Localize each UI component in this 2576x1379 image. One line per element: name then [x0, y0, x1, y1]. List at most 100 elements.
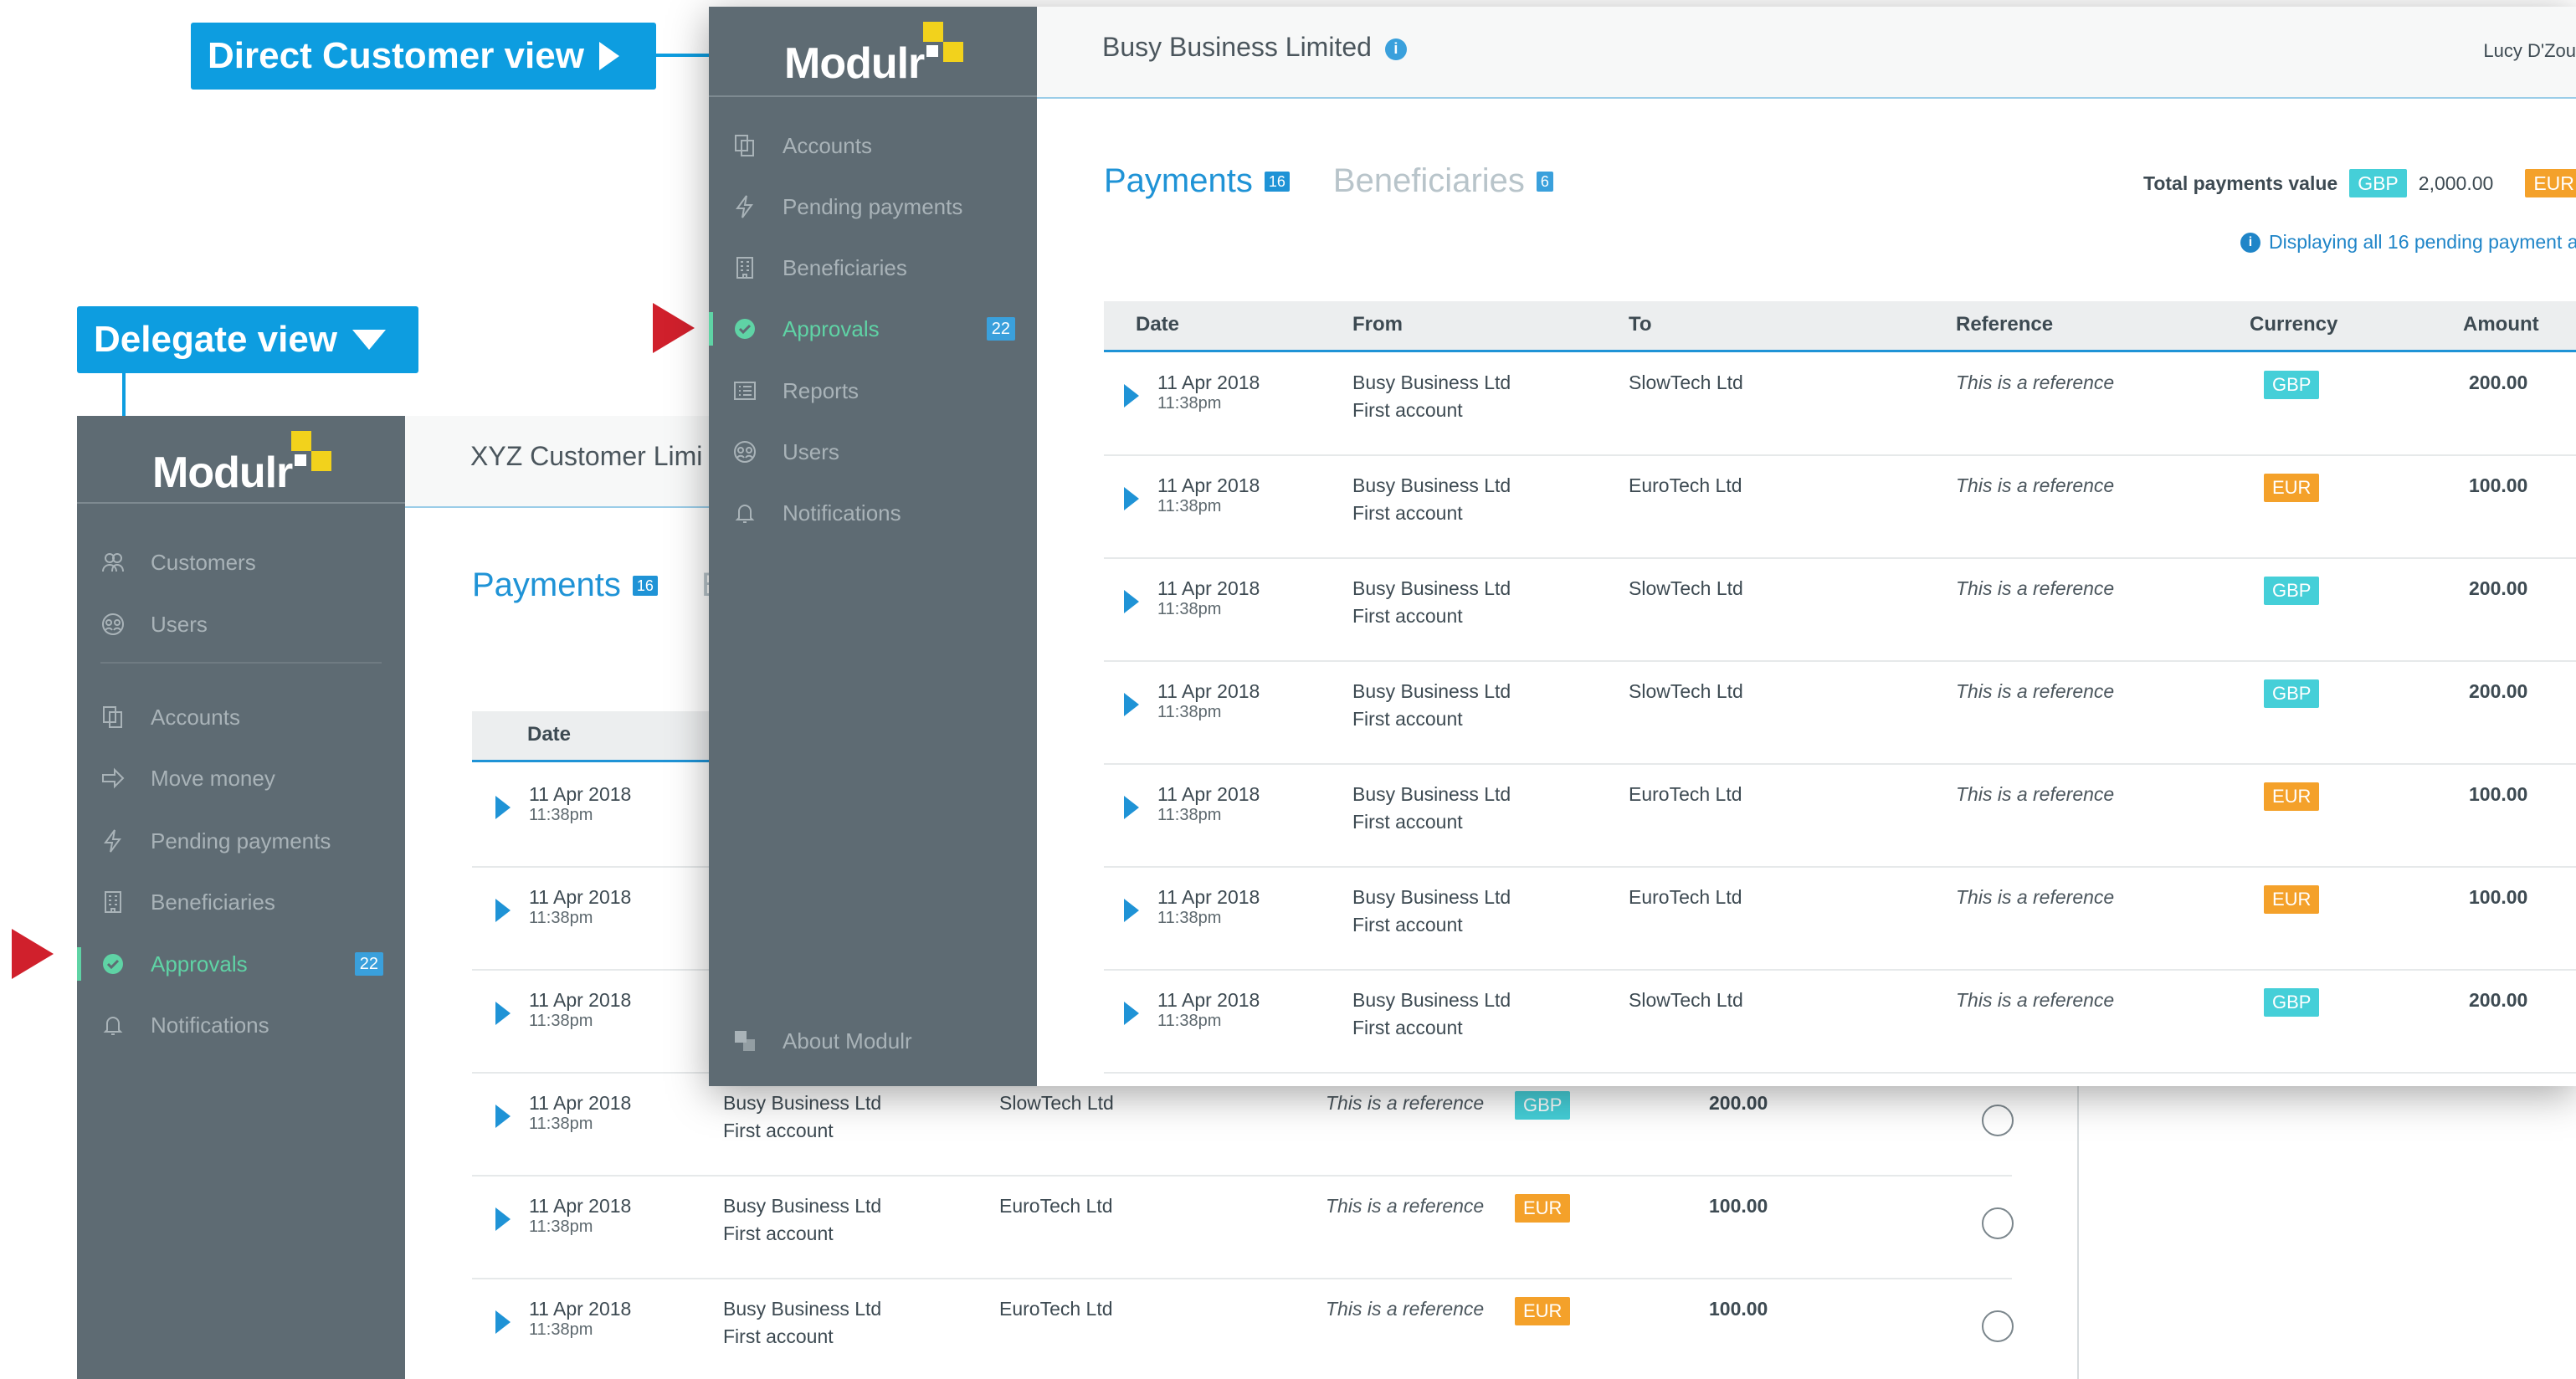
sidebar-item-users[interactable]: Users	[77, 599, 405, 649]
user-name[interactable]: Lucy D'Zou	[2483, 40, 2576, 62]
sidebar-item-approvals[interactable]: Approvals 22	[709, 304, 1037, 354]
payments-count-badge: 16	[1264, 171, 1290, 192]
sidebar-item-label: Accounts	[783, 132, 872, 158]
sidebar-item-beneficiaries[interactable]: Beneficiaries	[77, 877, 405, 927]
amount-cell: 100.00	[2469, 783, 2528, 805]
table-row[interactable]: 11 Apr 2018 11:38pm Busy Business Ltd First…	[472, 1279, 2014, 1379]
sidebar-item-pending-payments[interactable]: Pending payments	[709, 182, 1037, 232]
from-cell: Busy Business Ltd First account	[1352, 884, 1511, 939]
displaying-text: Displaying all 16 pending payment ap	[2269, 231, 2576, 253]
from-account-text: First account	[1352, 1017, 1463, 1038]
expand-row-icon[interactable]	[1124, 796, 1139, 819]
expand-row-icon[interactable]	[495, 1310, 511, 1334]
payments-count-badge: 16	[632, 575, 658, 596]
sidebar-item-approvals[interactable]: Approvals 22	[77, 939, 405, 989]
direct-customer-window: Modulr Accounts Pending payments Beneficia…	[709, 7, 2576, 1086]
select-radio[interactable]	[1982, 1105, 2014, 1136]
table-row[interactable]: 11 Apr 2018 11:38pm Busy Business Ltd First…	[1104, 764, 2576, 868]
table-row[interactable]: 11 Apr 2018 11:38pm Busy Business Ltd First…	[1104, 352, 2576, 456]
tab-payments[interactable]: Payments	[1104, 162, 1253, 200]
amount-cell: 100.00	[1709, 1298, 1768, 1320]
expand-row-icon[interactable]	[495, 899, 511, 922]
expand-row-icon[interactable]	[495, 1105, 511, 1128]
tab-beneficiaries[interactable]: Beneficiaries	[1333, 162, 1525, 200]
expand-row-icon[interactable]	[495, 1207, 511, 1231]
sidebar-item-pending-payments[interactable]: Pending payments	[77, 816, 405, 866]
direct-table-header: Date From To Reference Currency Amount	[1104, 301, 2576, 352]
table-row[interactable]: 11 Apr 2018 11:38pm Busy Business Ltd First…	[472, 1176, 2014, 1279]
date-cell: 11 Apr 2018 11:38pm	[1157, 472, 1260, 520]
check-circle-icon	[99, 950, 127, 978]
date-cell: 11 Apr 2018 11:38pm	[529, 1295, 631, 1344]
from-account-text: First account	[723, 1120, 834, 1141]
sidebar-item-label: Accounts	[151, 704, 240, 730]
reference-cell: This is a reference	[1326, 1298, 1485, 1320]
currency-badge: GBP	[2264, 679, 2320, 708]
table-row[interactable]: 11 Apr 2018 11:38pm Busy Business Ltd First…	[1104, 455, 2576, 559]
sidebar-item-customers[interactable]: Customers	[77, 537, 405, 587]
column-header-date: Date	[1136, 313, 1180, 336]
from-cell: Busy Business Ltd First account	[1352, 678, 1511, 733]
sidebar-item-users[interactable]: Users	[709, 427, 1037, 477]
sidebar-item-reports[interactable]: Reports	[709, 366, 1037, 416]
currency-badge: EUR	[2264, 474, 2320, 502]
expand-row-icon[interactable]	[1124, 590, 1139, 613]
sidebar-item-beneficiaries[interactable]: Beneficiaries	[709, 243, 1037, 293]
table-row[interactable]: 11 Apr 2018 11:38pm Busy Business Ltd First…	[1104, 558, 2576, 662]
from-account-text: First account	[723, 1223, 834, 1244]
sidebar-item-notifications[interactable]: Notifications	[77, 1000, 405, 1050]
to-cell: EuroTech Ltd	[999, 1195, 1113, 1217]
from-text: Busy Business Ltd	[1352, 474, 1511, 496]
expand-row-icon[interactable]	[1124, 1002, 1139, 1025]
column-header-from: From	[1352, 313, 1403, 336]
bell-icon	[99, 1011, 127, 1039]
table-row[interactable]: 11 Apr 2018 11:38pm Busy Business Ltd First…	[472, 1073, 2014, 1177]
tab-payments[interactable]: Payments	[472, 566, 621, 604]
about-modulr-link[interactable]: About Modulr	[709, 1016, 1037, 1066]
eur-badge: EUR	[2525, 169, 2576, 197]
date-cell: 11 Apr 2018 11:38pm	[529, 1192, 631, 1241]
currency-badge: GBP	[1515, 1091, 1571, 1120]
sidebar-item-notifications[interactable]: Notifications	[709, 488, 1037, 538]
callout-label: Direct Customer view	[208, 35, 584, 76]
date-cell: 11 Apr 2018 11:38pm	[529, 1089, 631, 1138]
select-radio[interactable]	[1982, 1310, 2014, 1342]
from-text: Busy Business Ltd	[723, 1195, 882, 1217]
expand-row-icon[interactable]	[1124, 693, 1139, 716]
to-cell: EuroTech Ltd	[1629, 886, 1742, 908]
sidebar-divider	[709, 95, 1037, 97]
currency-badge: EUR	[2264, 885, 2320, 914]
accounts-icon	[731, 131, 759, 160]
approvals-count-badge: 22	[986, 317, 1015, 341]
select-radio[interactable]	[1982, 1207, 2014, 1239]
expand-row-icon[interactable]	[1124, 384, 1139, 408]
from-cell: Busy Business Ltd First account	[723, 1295, 881, 1351]
from-cell: Busy Business Ltd First account	[1352, 369, 1511, 424]
table-row[interactable]: 11 Apr 2018 11:38pm Busy Business Ltd First…	[1104, 867, 2576, 971]
callout-connector	[656, 54, 710, 57]
expand-row-icon[interactable]	[495, 796, 511, 819]
date-cell: 11 Apr 2018 11:38pm	[1157, 884, 1260, 932]
table-row[interactable]: 11 Apr 2018 11:38pm Busy Business Ltd First…	[1104, 970, 2576, 1074]
table-row[interactable]: 11 Apr 2018 11:38pm Busy Business Ltd First…	[1104, 661, 2576, 765]
sidebar-item-accounts[interactable]: Accounts	[77, 692, 405, 742]
amount-cell: 200.00	[2469, 680, 2528, 702]
users-icon	[99, 610, 127, 638]
sidebar-item-move-money[interactable]: Move money	[77, 753, 405, 803]
date-cell: 11 Apr 2018 11:38pm	[1157, 369, 1260, 418]
to-cell: SlowTech Ltd	[1629, 372, 1743, 393]
sidebar-item-label: Customers	[151, 549, 256, 575]
info-icon[interactable]: i	[1384, 38, 1407, 60]
expand-row-icon[interactable]	[495, 1002, 511, 1025]
currency-badge: GBP	[2264, 988, 2320, 1017]
accounts-icon	[99, 703, 127, 731]
from-text: Busy Business Ltd	[1352, 886, 1511, 908]
expand-row-icon[interactable]	[1124, 487, 1139, 510]
sidebar-divider	[77, 502, 405, 504]
sidebar-item-accounts[interactable]: Accounts	[709, 120, 1037, 171]
sidebar-item-label: Approvals	[151, 951, 248, 977]
callout-label: Delegate view	[94, 319, 338, 360]
expand-row-icon[interactable]	[1124, 899, 1139, 922]
bell-icon	[731, 499, 759, 527]
from-text: Busy Business Ltd	[723, 1092, 882, 1114]
